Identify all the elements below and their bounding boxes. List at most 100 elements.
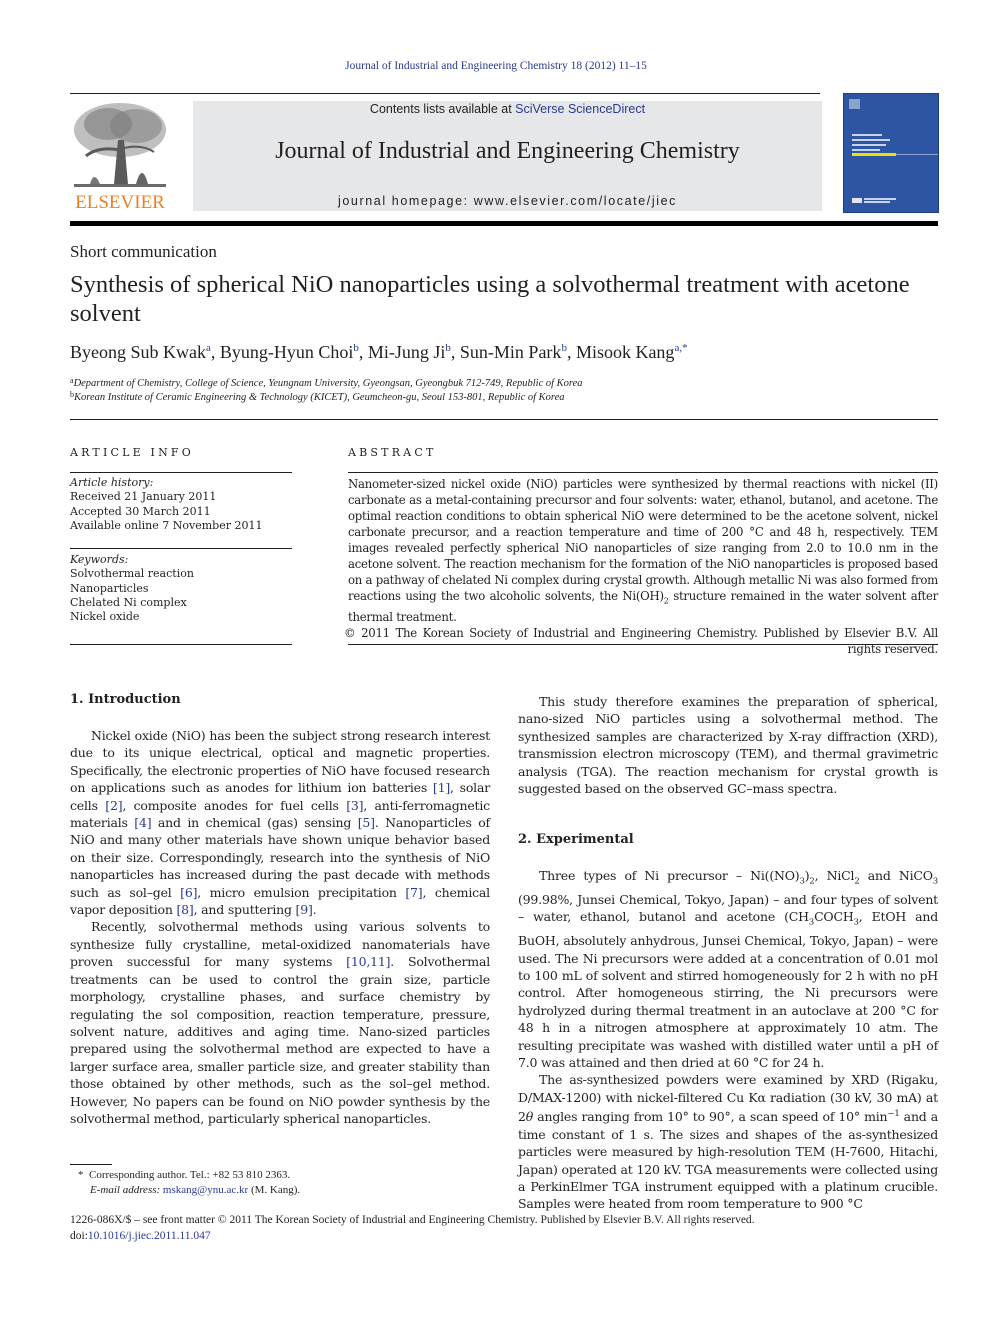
text: angles ranging from 10° to 90°, a scan s… [533,1109,888,1125]
paragraph: The as-synthesized powders were examined… [518,1071,938,1212]
author-name: Misook Kang [575,342,675,362]
abstract-text: Nanometer-sized nickel oxide (NiO) parti… [348,477,938,603]
citation-link[interactable]: [5] [358,815,375,830]
keyword: Nanoparticles [70,581,149,595]
divider [70,644,292,645]
journal-title: Journal of Industrial and Engineering Ch… [275,138,740,164]
abstract-heading: ABSTRACT [348,446,437,459]
contents-line: Contents lists available at SciVerse Sci… [193,102,822,116]
text: COCH [814,909,854,925]
author[interactable]: Misook Kanga,* [576,342,688,362]
author-name: Byung-Hyun Choi [219,342,354,362]
author-affil-link[interactable]: a [206,342,211,354]
history-online: Available online 7 November 2011 [70,518,263,532]
text: and a time constant of 1 s. The sizes an… [518,1109,938,1212]
abstract-copyright: © 2011 The Korean Society of Industrial … [344,626,938,657]
email-link[interactable]: mskang@ynu.ac.kr [163,1184,248,1196]
text: Nickel oxide (NiO) has been the subject … [70,728,490,796]
text: and in chemical (gas) sensing [151,815,358,831]
keyword: Chelated Ni complex [70,595,187,609]
citation-link[interactable]: [4] [134,815,151,830]
citation-link[interactable]: [7] [405,885,422,900]
paragraph: This study therefore examines the prepar… [518,694,938,797]
section-heading-experimental: 2. Experimental [518,832,634,847]
journal-homepage-link[interactable]: journal homepage: www.elsevier.com/locat… [193,194,822,208]
divider [70,472,292,473]
paragraph: Nickel oxide (NiO) has been the subject … [70,727,490,918]
doi-link[interactable]: 10.1016/j.jiec.2011.11.047 [88,1230,211,1242]
tree-icon [74,103,166,187]
history-accepted: Accepted 30 March 2011 [70,504,211,518]
footnote: * Corresponding author. Tel.: +82 53 810… [78,1168,300,1198]
keyword: Solvothermal reaction [70,567,194,581]
divider [348,472,938,473]
paragraph: Three types of Ni precursor – Ni((NO)3)2… [518,867,938,1071]
sciencedirect-link[interactable]: SciVerse ScienceDirect [515,102,645,116]
citation-link[interactable]: [3] [346,798,363,813]
author[interactable]: Byeong Sub Kwaka [70,342,211,362]
journal-cover-icon [849,99,938,203]
text: , micro emulsion precipitation [197,884,406,900]
journal-cover[interactable] [843,93,939,213]
text: . Solvothermal treatments can be used to… [70,954,491,1126]
text: Three types of Ni precursor – Ni((NO) [539,868,800,883]
text: and NiCO [859,868,933,883]
footnote-marker: * [78,1169,84,1181]
footnote-rule [70,1164,112,1165]
affiliation-b: bKorean Institute of Ceramic Engineering… [70,390,565,403]
text: , composite anodes for fuel cells [122,797,347,813]
author-name: Byeong Sub Kwak [70,342,206,362]
article-info-heading: ARTICLE INFO [70,446,194,459]
keywords-label: Keywords: [70,553,129,566]
abstract-body: Nanometer-sized nickel oxide (NiO) parti… [344,476,938,657]
divider [70,548,292,549]
issn-line: 1226-086X/$ – see front matter © 2011 Th… [70,1214,755,1226]
author-list: Byeong Sub Kwaka, Byung-Hyun Choib, Mi-J… [70,342,688,362]
citation-link[interactable]: [8] [177,902,194,917]
text: , and sputtering [193,902,296,918]
contents-prefix: Contents lists available at [369,102,516,116]
author-affil-link[interactable]: b [445,342,451,354]
text: . [312,902,317,918]
author-name: Sun-Min Park [459,342,562,362]
theta-symbol: θ [525,1109,534,1125]
citation-link[interactable]: [9] [296,902,313,917]
section-divider [70,419,938,420]
author-name: Mi-Jung Ji [367,342,446,362]
author-affil-link[interactable]: b [353,342,359,354]
article-title: Synthesis of spherical NiO nanoparticles… [70,271,910,327]
paragraph: Recently, solvothermal methods using var… [70,918,490,1127]
author-affil-link[interactable]: b [561,342,567,354]
text: , NiCl [814,868,855,883]
corresponding-text: Corresponding author. Tel.: +82 53 810 2… [89,1169,291,1181]
running-header[interactable]: Journal of Industrial and Engineering Ch… [0,60,992,72]
divider [348,644,938,645]
keywords: Keywords: Solvothermal reaction Nanopart… [70,553,194,624]
history-label: Article history: [70,476,154,489]
front-matter-footer: 1226-086X/$ – see front matter © 2011 Th… [70,1212,755,1244]
affiliation-a: aDepartment of Chemistry, College of Sci… [70,376,583,389]
experimental-body: Three types of Ni precursor – Ni((NO)3)2… [518,867,938,1213]
author-affil-link[interactable]: a,* [674,342,687,354]
masthead-rule [70,221,938,226]
header-rule [70,93,820,94]
citation-link[interactable]: [10,11] [346,954,390,969]
subscript: 3 [932,876,939,887]
article-type: Short communication [70,242,217,261]
section-heading-introduction: 1. Introduction [70,692,181,707]
doi-line: doi:10.1016/j.jiec.2011.11.047 [70,1228,755,1244]
superscript: −1 [887,1109,900,1120]
author[interactable]: Sun-Min Parkb [460,342,567,362]
email-label: E-mail address: [90,1184,163,1196]
affiliation-text: Korean Institute of Ceramic Engineering … [74,392,565,403]
doi-prefix: doi: [70,1230,88,1242]
text: , EtOH and BuOH, absolutely anhydrous, J… [518,909,938,1071]
citation-link[interactable]: [6] [180,885,197,900]
citation-link[interactable]: [1] [433,780,450,795]
author[interactable]: Byung-Hyun Choib [220,342,359,362]
publisher-logo-text: ELSEVIER [75,192,165,213]
article-history: Article history: Received 21 January 201… [70,476,262,533]
author[interactable]: Mi-Jung Jib [368,342,451,362]
citation-link[interactable]: [2] [105,798,122,813]
corresponding-author: * Corresponding author. Tel.: +82 53 810… [78,1168,300,1183]
